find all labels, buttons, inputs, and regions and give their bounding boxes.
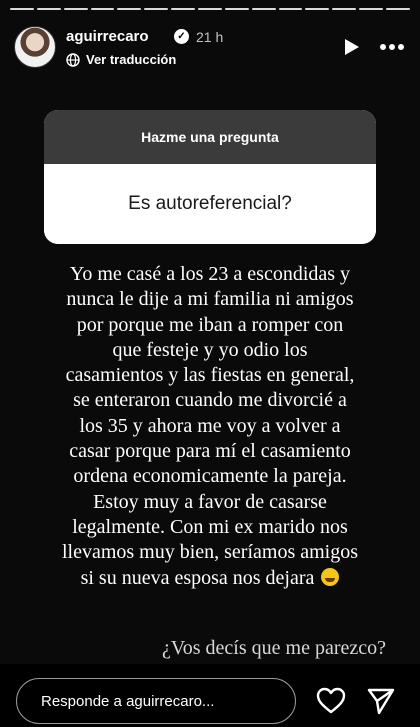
question-sticker: Hazme una pregunta Es autoreferencial?	[44, 110, 376, 244]
progress-segment	[332, 8, 357, 10]
question-sticker-title: Hazme una pregunta	[44, 110, 376, 164]
reply-placeholder: Responde a aguirrecaro...	[41, 692, 215, 710]
post-time: 21 h	[196, 29, 224, 45]
answer-line: legalmente. Con mi ex marido nos	[72, 515, 348, 538]
translate-link[interactable]: Ver traducción	[66, 52, 176, 67]
play-icon	[345, 39, 359, 55]
more-options-button[interactable]	[378, 36, 406, 58]
progress-segment	[198, 8, 222, 10]
progress-segment	[36, 8, 61, 10]
globe-icon	[66, 52, 80, 67]
answer-line: Estoy muy a favor de casarse	[93, 490, 327, 513]
answer-line-last: si su nueva esposa nos dejara	[24, 566, 396, 591]
answer-line: por porque me iban a romper con	[76, 313, 344, 336]
answer-line: que festeje y yo odio los	[112, 338, 308, 361]
progress-segment	[359, 8, 384, 10]
progress-segment	[305, 8, 330, 10]
answer-line: si su nueva esposa nos dejara	[80, 566, 315, 589]
progress-segment	[224, 8, 249, 10]
laughing-emoji-icon	[321, 567, 340, 586]
send-button[interactable]	[366, 686, 396, 716]
question-text: Es autoreferencial?	[44, 164, 376, 244]
progress-segment	[278, 8, 303, 10]
progress-segment	[171, 8, 196, 10]
reply-input[interactable]: Responde a aguirrecaro...	[16, 678, 296, 724]
more-icon	[380, 44, 404, 50]
answer-line: llevamos muy bien, seríamos amigos	[61, 541, 359, 564]
like-button[interactable]	[316, 687, 346, 715]
answer-line: nunca le dije a mi familia ni amigos	[66, 288, 354, 311]
answer-line: Yo me casé a los 23 a escondidas y	[69, 263, 351, 285]
answer-text: Yo me casé a los 23 a escondidas y nunca…	[24, 262, 396, 591]
answer-line: los 35 y ahora me voy a volver a	[79, 414, 341, 437]
heart-icon	[316, 687, 346, 714]
progress-segment	[63, 8, 88, 10]
story-frame: aguirrecaro ✓ 21 h Ver traducción Hazme …	[0, 0, 420, 664]
answer-line: ordena economicamente la pareja.	[73, 465, 347, 488]
send-icon	[367, 688, 395, 715]
username[interactable]: aguirrecaro	[66, 28, 149, 45]
progress-segment	[90, 8, 115, 10]
progress-segment	[10, 8, 34, 10]
progress-segment	[251, 8, 276, 10]
play-button[interactable]	[340, 36, 362, 58]
progress-segment	[386, 8, 410, 10]
avatar[interactable]	[14, 26, 56, 68]
answer-line: casar porque para mí el casamiento	[69, 440, 351, 463]
translate-label: Ver traducción	[86, 52, 177, 67]
story-header: aguirrecaro ✓ 21 h Ver traducción	[14, 26, 406, 70]
answer-line: se enteraron cuando me divorcié a	[73, 389, 347, 412]
verified-badge-icon: ✓	[174, 29, 189, 44]
answer-line: casamientos y las fiestas en general,	[65, 364, 355, 387]
story-progress-bar	[10, 8, 410, 10]
closing-text: ¿Vos decís que me parezco?	[162, 637, 386, 659]
progress-segment	[117, 8, 142, 10]
progress-segment	[144, 8, 169, 10]
